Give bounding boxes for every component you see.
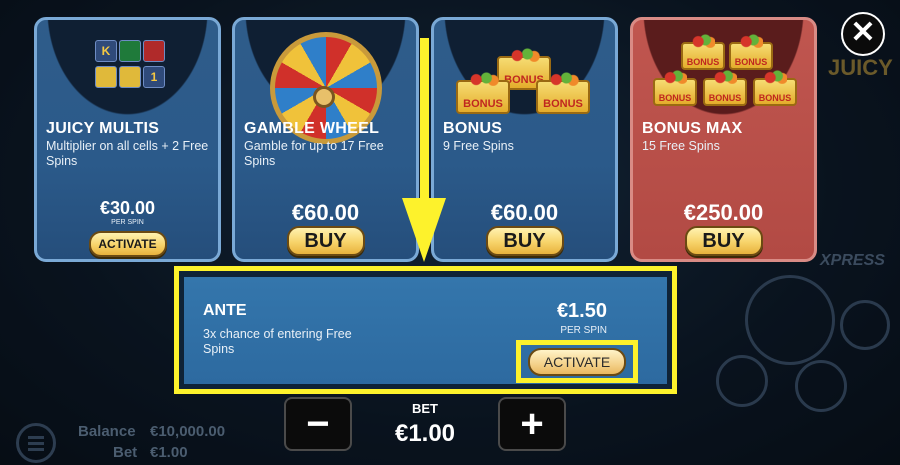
- card-price: €60.00: [291, 200, 360, 225]
- slot-cell: [95, 66, 117, 88]
- per-spin-label: PER SPIN: [111, 219, 144, 226]
- game-logo: JUICY: [828, 55, 893, 80]
- buy-bonus-max-button[interactable]: BUY: [684, 226, 763, 256]
- highlight-arrow-shaft: [420, 38, 429, 218]
- turbo-button[interactable]: [716, 355, 768, 407]
- autoplay-button[interactable]: [795, 360, 847, 412]
- bonus-max-art: BONUS BONUS BONUS BONUS BONUS: [633, 20, 814, 128]
- ante-per-spin-label: PER SPIN: [560, 325, 607, 336]
- bonus-chest-icon: BONUS: [681, 32, 725, 70]
- card-gamble-wheel: GAMBLE WHEEL Gamble for up to 17 Free Sp…: [232, 17, 419, 262]
- wheel-hub: [313, 86, 335, 108]
- card-title: BONUS MAX: [642, 120, 743, 137]
- spin-button[interactable]: [745, 275, 835, 365]
- footer-bet-label: Bet: [113, 444, 138, 461]
- card-description: 15 Free Spins: [642, 139, 720, 153]
- card-price: €60.00: [490, 200, 559, 225]
- slot-cell: [143, 40, 165, 62]
- card-juicy-multis: K 1 JUICY MULTIS Multiplier on all cells…: [34, 17, 221, 262]
- footer-bet-value: €1.00: [150, 444, 188, 461]
- bonus-chest-icon: BONUS: [456, 70, 510, 114]
- coins-button[interactable]: [840, 300, 890, 350]
- activate-juicy-multis-button[interactable]: ACTIVATE: [88, 231, 167, 257]
- card-price: €30.00: [99, 198, 156, 218]
- slot-cell: K: [95, 40, 117, 62]
- slot-cell: 1: [143, 66, 165, 88]
- bonus-chest-icon: BONUS: [729, 32, 773, 70]
- card-bonus-max: BONUS BONUS BONUS BONUS BONUS BONUS MAX …: [630, 17, 817, 262]
- bonus-chest-icon: BONUS: [703, 68, 747, 106]
- bonus-chest-icon: BONUS: [653, 68, 697, 106]
- ante-price: €1.50: [556, 300, 607, 322]
- ante-title: ANTE: [203, 302, 247, 319]
- bet-label: BET: [412, 401, 438, 416]
- gamble-wheel-art: [235, 20, 416, 144]
- menu-icon[interactable]: [16, 423, 56, 463]
- increase-bet-button[interactable]: +: [498, 397, 566, 451]
- card-description: Multiplier on all cells + 2 Free Spins: [46, 139, 209, 168]
- balance-value: €10,000.00: [150, 423, 226, 440]
- card-title: BONUS: [443, 120, 503, 137]
- slot-cell: [119, 40, 141, 62]
- xpress-logo: XPRESS: [820, 252, 885, 269]
- ante-description: 3x chance of entering Free Spins: [203, 327, 352, 356]
- card-title: GAMBLE WHEEL: [244, 120, 380, 137]
- decrease-bet-button[interactable]: −: [284, 397, 352, 451]
- bonus-art: BONUS BONUS BONUS: [434, 20, 615, 128]
- juicy-multis-art: K 1: [37, 20, 218, 128]
- card-description: Gamble for up to 17 Free Spins: [244, 139, 384, 168]
- buy-gamble-wheel-button[interactable]: BUY: [286, 226, 365, 256]
- bonus-chest-icon: BONUS: [536, 70, 590, 114]
- bonus-chest-icon: BONUS: [753, 68, 797, 106]
- card-price: €250.00: [683, 200, 764, 225]
- card-description: 9 Free Spins: [443, 139, 514, 153]
- buy-bonus-button[interactable]: BUY: [485, 226, 564, 256]
- slot-cell: [119, 66, 141, 88]
- balance-label: Balance: [78, 423, 136, 440]
- highlight-arrow-head: [402, 198, 446, 262]
- card-bonus: BONUS BONUS BONUS BONUS 9 Free Spins €60…: [431, 17, 618, 262]
- close-icon[interactable]: ✕: [841, 12, 885, 56]
- bet-value: €1.00: [394, 420, 456, 447]
- activate-ante-button[interactable]: ACTIVATE: [528, 348, 626, 376]
- card-title: JUICY MULTIS: [46, 120, 160, 137]
